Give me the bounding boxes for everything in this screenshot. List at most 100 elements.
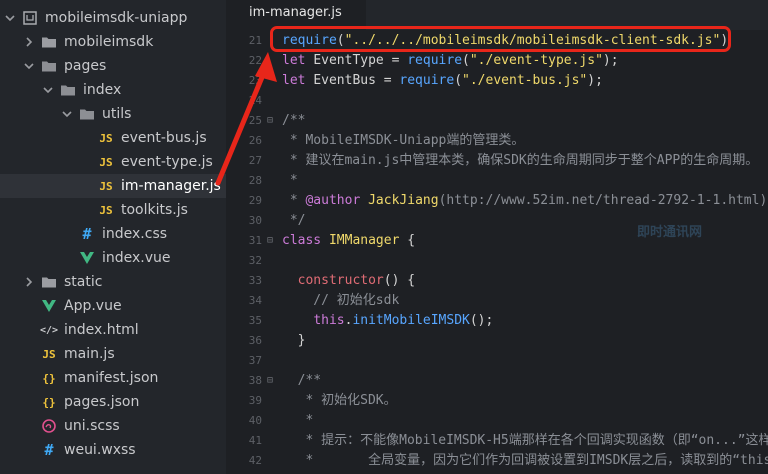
json-icon: {} bbox=[42, 395, 56, 409]
chevron-down-icon[interactable] bbox=[4, 12, 16, 24]
code-token: /** bbox=[282, 373, 322, 388]
fold-icon[interactable]: ⊟ bbox=[267, 371, 273, 391]
line-number: 40 bbox=[248, 414, 262, 427]
tree-item-pages[interactable]: pages bbox=[0, 54, 226, 78]
line-number: 30 bbox=[248, 214, 262, 227]
code-text: * @author JackJiang(http://www.52im.net/… bbox=[282, 191, 767, 211]
tree-item-label: index.css bbox=[102, 226, 168, 242]
code-text: let EventType = require("./event-type.js… bbox=[282, 51, 619, 71]
code-area[interactable]: 21 require("../../../mobileimsdk/mobileim… bbox=[226, 30, 768, 474]
json-icon: {} bbox=[42, 371, 56, 385]
js-icon: JS bbox=[99, 131, 113, 145]
code-line[interactable]: 25 ⊟ /** bbox=[226, 111, 768, 131]
line-number: 31 bbox=[248, 234, 262, 247]
code-text: * 初始化SDK。 bbox=[282, 391, 396, 411]
chevron-down-icon[interactable] bbox=[42, 84, 54, 96]
code-token: * MobileIMSDK-Uniapp端的管理类。 bbox=[282, 133, 525, 148]
tree-item-label: im-manager.js bbox=[121, 178, 221, 194]
code-token: JackJiang bbox=[368, 193, 439, 208]
code-token: let bbox=[282, 53, 314, 68]
tree-item-utils[interactable]: utils bbox=[0, 102, 226, 126]
chevron-right-icon[interactable] bbox=[23, 276, 35, 288]
code-token: EventBus = bbox=[313, 73, 400, 88]
scss-icon bbox=[41, 418, 57, 434]
code-line[interactable]: 26 * MobileIMSDK-Uniapp端的管理类。 bbox=[226, 131, 768, 151]
code-line[interactable]: 23 let EventBus = require("./event-bus.js… bbox=[226, 71, 768, 91]
code-line[interactable]: 27 * 建议在main.js中管理本类，确保SDK的生命周期同步于整个APP的… bbox=[226, 151, 768, 171]
tree-item-label: index.html bbox=[64, 322, 139, 338]
line-number: 29 bbox=[248, 194, 262, 207]
chevron-right-icon[interactable] bbox=[23, 36, 35, 48]
code-line[interactable]: 38 ⊟ /** bbox=[226, 371, 768, 391]
folder-icon bbox=[41, 58, 57, 74]
tree-item-main-js[interactable]: JS main.js bbox=[0, 342, 226, 366]
code-line[interactable]: 29 * @author JackJiang(http://www.52im.n… bbox=[226, 191, 768, 211]
tree-item-index-css[interactable]: # index.css bbox=[0, 222, 226, 246]
code-line[interactable]: 35 this.initMobileIMSDK(); bbox=[226, 311, 768, 331]
code-token: * bbox=[282, 173, 298, 188]
tree-item-event-type-js[interactable]: JS event-type.js bbox=[0, 150, 226, 174]
chevron-down-icon[interactable] bbox=[61, 108, 73, 120]
line-number: 33 bbox=[248, 274, 262, 287]
code-token: @author bbox=[305, 193, 369, 208]
tree-item-label: pages bbox=[64, 58, 107, 74]
folder-icon bbox=[79, 106, 95, 122]
tree-item-manifest-json[interactable]: {} manifest.json bbox=[0, 366, 226, 390]
folder-icon bbox=[41, 274, 57, 290]
code-token: IMManager bbox=[328, 233, 408, 248]
line-number: 23 bbox=[248, 74, 262, 87]
code-line[interactable]: 34 // 初始化sdk bbox=[226, 291, 768, 311]
tree-item-static[interactable]: static bbox=[0, 270, 226, 294]
code-token: /** bbox=[282, 113, 306, 128]
code-token: ); bbox=[587, 73, 603, 88]
line-number: 27 bbox=[248, 154, 262, 167]
code-line[interactable]: 32 bbox=[226, 251, 768, 271]
code-line[interactable]: 37 bbox=[226, 351, 768, 371]
tree-item-pages-json[interactable]: {} pages.json bbox=[0, 390, 226, 414]
tree-item-label: index bbox=[83, 82, 122, 98]
tree-item-index-html[interactable]: </> index.html bbox=[0, 318, 226, 342]
tree-item-mobileimsdk-uniapp[interactable]: mobileimsdk-uniapp bbox=[0, 6, 226, 30]
code-line[interactable]: 33 constructor() { bbox=[226, 271, 768, 291]
tree-item-label: uni.scss bbox=[64, 418, 120, 434]
line-number: 35 bbox=[248, 314, 262, 327]
tree-item-event-bus-js[interactable]: JS event-bus.js bbox=[0, 126, 226, 150]
tree-item-label: main.js bbox=[64, 346, 115, 362]
tree-item-label: App.vue bbox=[64, 298, 122, 314]
code-text: * bbox=[282, 171, 298, 191]
code-line[interactable]: 36 } bbox=[226, 331, 768, 351]
code-token: { bbox=[407, 233, 416, 248]
code-line[interactable]: 42 * 全局变量，因为它们作为回调被设置到IMSDK层之后，读取到的“this… bbox=[226, 451, 768, 471]
code-line[interactable]: 28 * bbox=[226, 171, 768, 191]
code-line[interactable]: 40 * bbox=[226, 411, 768, 431]
code-line[interactable]: 41 * 提示：不能像MobileIMSDK-H5端那样在各个回调实现函数（即“… bbox=[226, 431, 768, 451]
tree-item-index[interactable]: index bbox=[0, 78, 226, 102]
tree-item-label: weui.wxss bbox=[64, 442, 136, 458]
line-number: 34 bbox=[248, 294, 262, 307]
tree-item-toolkits-js[interactable]: JS toolkits.js bbox=[0, 198, 226, 222]
line-number: 22 bbox=[248, 54, 262, 67]
code-line[interactable]: 39 * 初始化SDK。 bbox=[226, 391, 768, 411]
code-token: constructor bbox=[297, 273, 384, 288]
tree-item-uni-scss[interactable]: uni.scss bbox=[0, 414, 226, 438]
code-token: (); bbox=[469, 313, 494, 328]
tree-item-app-vue[interactable]: App.vue bbox=[0, 294, 226, 318]
tree-item-index-vue[interactable]: index.vue bbox=[0, 246, 226, 270]
chevron-down-icon[interactable] bbox=[23, 60, 35, 72]
fold-icon[interactable]: ⊟ bbox=[267, 231, 273, 251]
tree-item-mobileimsdk[interactable]: mobileimsdk bbox=[0, 30, 226, 54]
code-line[interactable]: 24 bbox=[226, 91, 768, 111]
tree-item-im-manager-js[interactable]: JS im-manager.js bbox=[0, 174, 226, 198]
require-highlight-box bbox=[270, 26, 731, 52]
fold-icon[interactable]: ⊟ bbox=[267, 111, 273, 131]
tree-item-label: mobileimsdk bbox=[64, 34, 154, 50]
code-line[interactable]: 22 let EventType = require("./event-type.… bbox=[226, 51, 768, 71]
tree-item-weui-wxss[interactable]: # weui.wxss bbox=[0, 438, 226, 462]
vue-icon bbox=[79, 250, 95, 266]
js-icon: JS bbox=[99, 155, 113, 169]
